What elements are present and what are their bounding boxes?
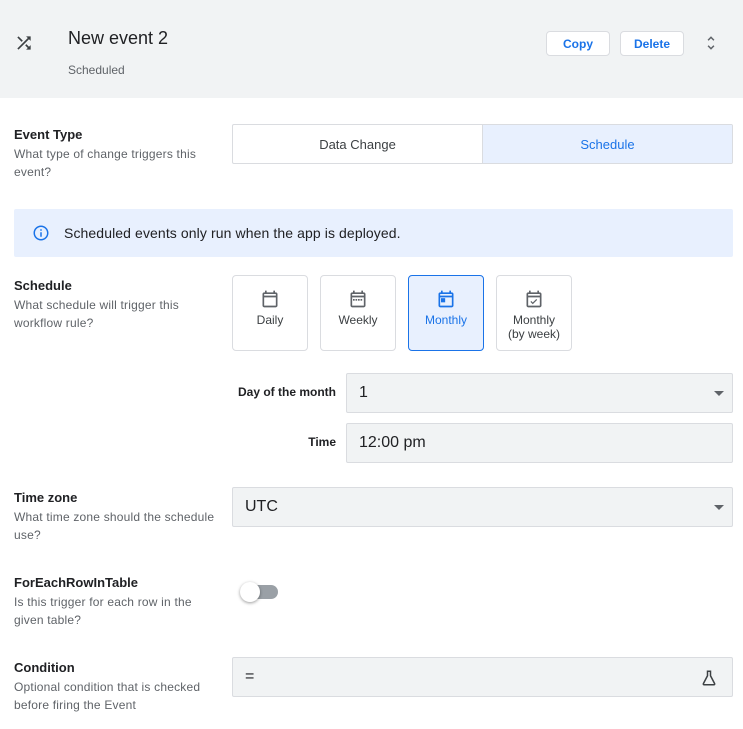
event-type-title: Event Type xyxy=(14,127,83,142)
calendar-icon xyxy=(262,290,278,308)
foreach-description: Is this trigger for each row in the give… xyxy=(14,595,192,627)
calendar-check-icon xyxy=(526,290,542,308)
day-of-month-label: Day of the month xyxy=(238,385,336,399)
foreach-label-group: ForEachRowInTable Is this trigger for ea… xyxy=(14,575,219,629)
timezone-title: Time zone xyxy=(14,490,78,505)
info-banner-text: Scheduled events only run when the app i… xyxy=(64,225,401,241)
schedule-option-label: Monthly (by week) xyxy=(507,313,560,341)
schedule-option-label: Monthly xyxy=(424,313,468,327)
chevron-down-icon xyxy=(714,391,724,396)
toggle-knob xyxy=(240,582,260,602)
time-label: Time xyxy=(308,435,336,449)
event-subtitle: Scheduled xyxy=(68,63,125,77)
info-banner: Scheduled events only run when the app i… xyxy=(14,209,733,257)
event-title: New event 2 xyxy=(68,28,169,48)
schedule-option[interactable]: Schedule xyxy=(482,125,732,163)
schedule-option-daily[interactable]: Daily xyxy=(232,275,308,351)
event-type-description: What type of change triggers this event? xyxy=(14,147,197,179)
time-value: 12:00 pm xyxy=(359,434,426,451)
event-header: New event 2 Scheduled Copy Delete xyxy=(0,0,743,98)
condition-description: Optional condition that is checked befor… xyxy=(14,680,201,712)
schedule-title: Schedule xyxy=(14,278,72,293)
calendar-month-icon xyxy=(438,290,454,308)
schedule-option-weekly[interactable]: Weekly xyxy=(320,275,396,351)
foreach-toggle[interactable] xyxy=(240,582,280,602)
day-of-month-value: 1 xyxy=(359,384,368,401)
foreach-title: ForEachRowInTable xyxy=(14,575,138,590)
unfold-icon[interactable] xyxy=(702,34,720,52)
shuffle-icon xyxy=(17,36,31,50)
timezone-select[interactable]: UTC xyxy=(232,487,733,527)
timezone-label-group: Time zone What time zone should the sche… xyxy=(14,490,219,544)
flask-icon[interactable] xyxy=(700,669,718,687)
schedule-description: What schedule will trigger this workflow… xyxy=(14,298,179,330)
day-of-month-select[interactable]: 1 xyxy=(346,373,733,413)
condition-title: Condition xyxy=(14,660,75,675)
chevron-down-icon xyxy=(714,505,724,510)
info-icon xyxy=(33,225,49,241)
data-change-option[interactable]: Data Change xyxy=(233,125,482,163)
event-type-label-group: Event Type What type of change triggers … xyxy=(14,127,219,181)
schedule-option-monthly[interactable]: Monthly xyxy=(408,275,484,351)
condition-label-group: Condition Optional condition that is che… xyxy=(14,660,219,714)
schedule-label-group: Schedule What schedule will trigger this… xyxy=(14,278,219,332)
event-type-toggle: Data Change Schedule xyxy=(232,124,733,164)
schedule-option-label: Daily xyxy=(256,313,284,327)
schedule-option-monthly-by-week[interactable]: Monthly (by week) xyxy=(496,275,572,351)
copy-button[interactable]: Copy xyxy=(546,31,610,56)
delete-button[interactable]: Delete xyxy=(620,31,684,56)
condition-input[interactable]: = xyxy=(232,657,733,697)
calendar-week-icon xyxy=(350,290,366,308)
timezone-description: What time zone should the schedule use? xyxy=(14,510,215,542)
condition-value: = xyxy=(245,668,255,685)
time-input[interactable]: 12:00 pm xyxy=(346,423,733,463)
schedule-option-label: Weekly xyxy=(338,313,378,327)
timezone-value: UTC xyxy=(245,498,278,515)
